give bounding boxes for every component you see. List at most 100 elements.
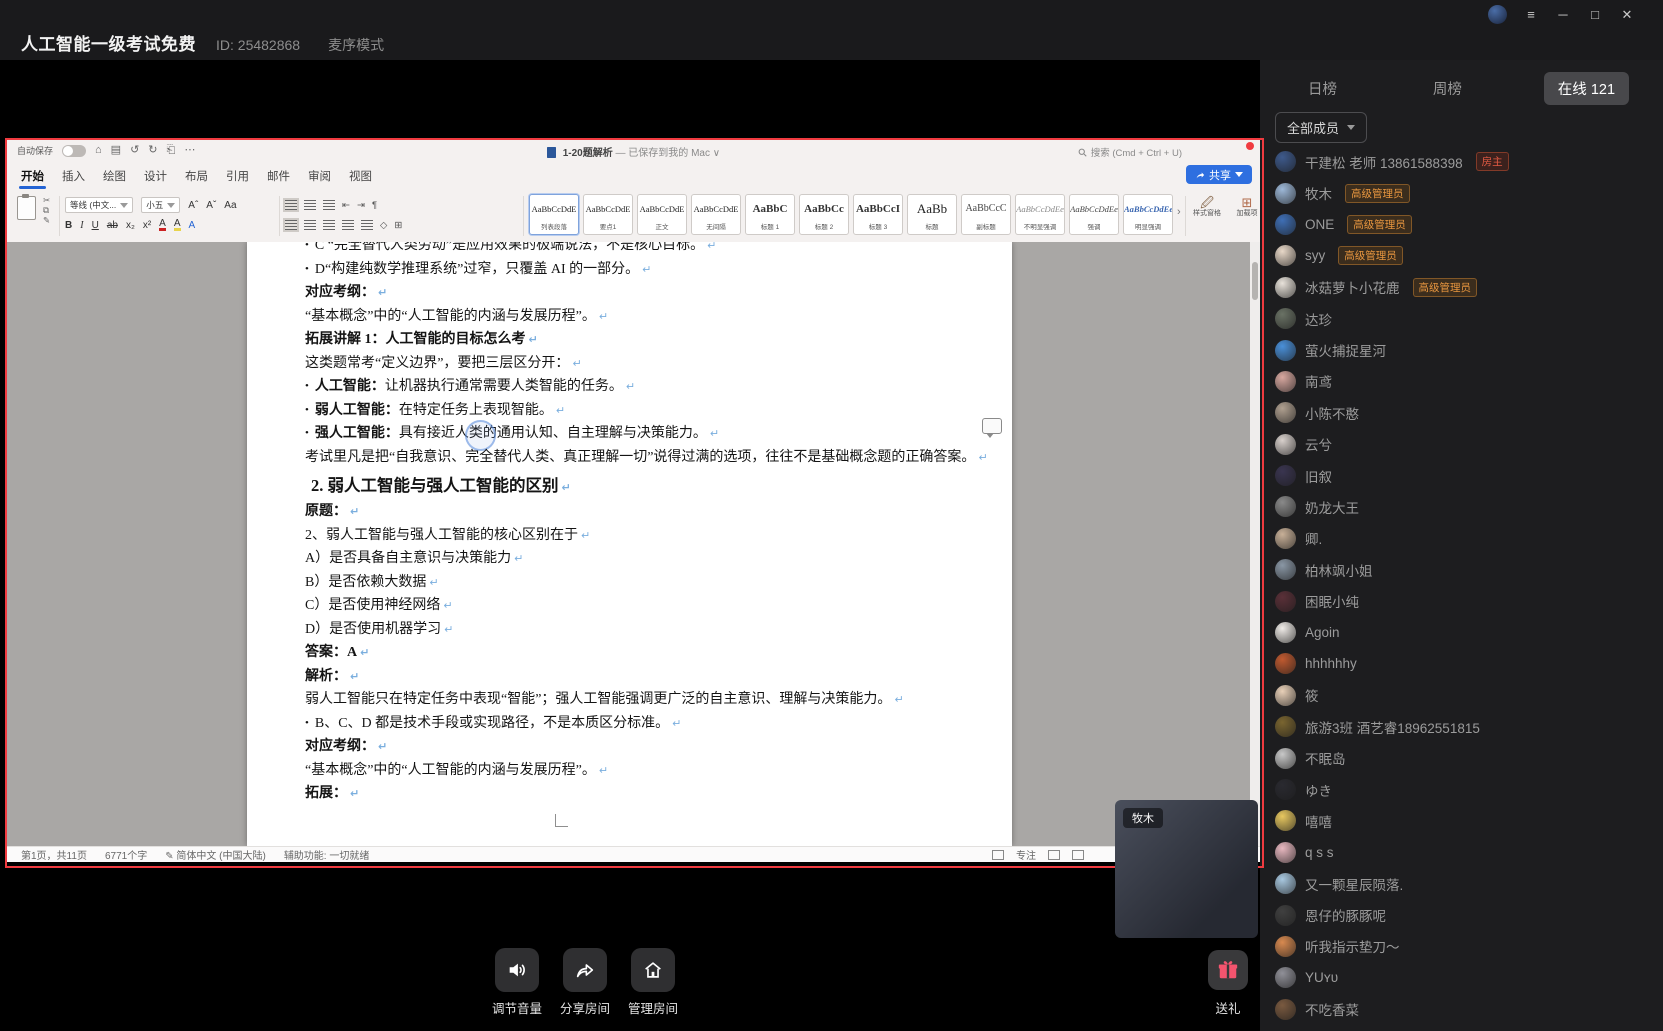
underline-icon[interactable]: U xyxy=(92,220,99,231)
manage-room-button[interactable] xyxy=(631,948,675,992)
member-row[interactable]: 旧叙 xyxy=(1260,460,1663,491)
ribbon-tab-7[interactable]: 审阅 xyxy=(306,164,333,188)
font-size-select[interactable]: 小五 xyxy=(141,197,180,213)
superscript-icon[interactable]: x² xyxy=(143,220,151,231)
member-row[interactable]: YUʏᴜ xyxy=(1260,962,1663,993)
multilevel-list-icon[interactable] xyxy=(323,200,335,210)
share-room-button[interactable] xyxy=(563,948,607,992)
align-right-icon[interactable] xyxy=(323,220,335,230)
font-name-select[interactable]: 等线 (中文... xyxy=(65,197,133,213)
shading-icon[interactable]: ◇ xyxy=(380,220,387,231)
italic-icon[interactable]: I xyxy=(80,220,83,231)
style-chip[interactable]: AaBbCcI标题 3 xyxy=(853,194,903,235)
shrink-font-icon[interactable]: Aˇ xyxy=(206,200,216,211)
style-chip[interactable]: AaBbCcDdE要点1 xyxy=(583,194,633,235)
member-row[interactable]: syy高级管理员 xyxy=(1260,240,1663,271)
text-effects-icon[interactable]: A xyxy=(189,220,196,231)
sidebar-tab-0[interactable]: 日榜 xyxy=(1294,72,1351,105)
document-scrollbar[interactable] xyxy=(1250,242,1260,846)
scrollbar-thumb[interactable] xyxy=(1252,262,1258,300)
word-search[interactable]: 搜索 (Cmd + Ctrl + U) xyxy=(1078,145,1182,159)
ribbon-tab-8[interactable]: 视图 xyxy=(347,164,374,188)
member-row[interactable]: 南鸢 xyxy=(1260,366,1663,397)
indent-icon[interactable]: ⇥ xyxy=(357,200,365,211)
member-row[interactable]: Agoin xyxy=(1260,617,1663,648)
member-row[interactable]: 又一颗星辰陨落. xyxy=(1260,868,1663,899)
subscript-icon[interactable]: x₂ xyxy=(126,220,135,231)
member-row[interactable]: 不吃香菜 xyxy=(1260,994,1663,1025)
member-row[interactable]: 小陈不憨 xyxy=(1260,397,1663,428)
minimize-icon[interactable]: ─ xyxy=(1555,7,1571,22)
style-chip[interactable]: AaBbCc标题 2 xyxy=(799,194,849,235)
line-spacing-icon[interactable] xyxy=(361,220,373,230)
style-chip[interactable]: AaBbCcDdEe强调 xyxy=(1069,194,1119,235)
member-row[interactable]: 冰菇萝卜小花鹿高级管理员 xyxy=(1260,272,1663,303)
style-pane-button[interactable]: 🖉 样式窗格 xyxy=(1192,195,1222,218)
sidebar-tab-1[interactable]: 周榜 xyxy=(1419,72,1476,105)
align-left-icon[interactable] xyxy=(285,220,297,230)
word-share-button[interactable]: 共享 xyxy=(1186,165,1252,184)
cut-icon[interactable]: ✂ xyxy=(43,196,50,204)
member-row[interactable]: 旅游3班 酒艺睿18962551815 xyxy=(1260,711,1663,742)
web-layout-icon[interactable] xyxy=(1072,850,1084,860)
style-chip[interactable]: AaBbCcDdE无间隔 xyxy=(691,194,741,235)
align-center-icon[interactable] xyxy=(304,220,316,230)
ribbon-tab-0[interactable]: 开始 xyxy=(19,164,46,188)
style-chip[interactable]: AaBbCcDdE正文 xyxy=(637,194,687,235)
borders-icon[interactable]: ⊞ xyxy=(394,220,402,231)
member-row[interactable]: 听我指示垫刀～ xyxy=(1260,931,1663,962)
sidebar-tab-2[interactable]: 在线 121 xyxy=(1544,72,1629,105)
member-row[interactable]: 干建松 老师 13861588398房主 xyxy=(1260,146,1663,177)
doc-saved-status[interactable]: — 已保存到我的 Mac ∨ xyxy=(616,148,721,159)
document-page[interactable]: •C “完全替代人类劳动”是应用效果的极端说法，不是核心目标。↵•D“构建纯数学… xyxy=(247,242,1012,846)
member-row[interactable]: 不眠岛 xyxy=(1260,742,1663,773)
outdent-icon[interactable]: ⇤ xyxy=(342,200,350,211)
highlight-icon[interactable]: A xyxy=(174,219,181,231)
copy-icon[interactable]: ⧉ xyxy=(43,206,50,214)
style-chip[interactable]: AaBbCcDdEe明显强调 xyxy=(1123,194,1173,235)
ribbon-tab-4[interactable]: 布局 xyxy=(183,164,210,188)
style-chip[interactable]: AaBbCcDdEe不明显强调 xyxy=(1015,194,1065,235)
strikethrough-icon[interactable]: ab xyxy=(107,220,118,231)
member-row[interactable]: 卿. xyxy=(1260,523,1663,554)
align-justify-icon[interactable] xyxy=(342,220,354,230)
member-row[interactable]: 云兮 xyxy=(1260,429,1663,460)
maximize-icon[interactable]: □ xyxy=(1587,7,1603,22)
style-chip[interactable]: AaBbCcDdE列表段落 xyxy=(529,194,579,235)
style-chip[interactable]: AaBbC标题 1 xyxy=(745,194,795,235)
member-row[interactable]: 萤火捕捉星河 xyxy=(1260,334,1663,365)
member-row[interactable]: ONE高级管理员 xyxy=(1260,209,1663,240)
styles-more-icon[interactable]: › xyxy=(1177,194,1181,218)
change-case-icon[interactable]: Aa xyxy=(224,200,236,211)
bold-icon[interactable]: B xyxy=(65,220,72,231)
member-filter-dropdown[interactable]: 全部成员 xyxy=(1275,112,1367,143)
gift-button[interactable] xyxy=(1208,950,1248,990)
ribbon-tab-6[interactable]: 邮件 xyxy=(265,164,292,188)
bullet-list-icon[interactable] xyxy=(285,200,297,210)
grow-font-icon[interactable]: Aˆ xyxy=(188,200,198,211)
member-row[interactable]: hhhhhhy xyxy=(1260,648,1663,679)
style-chip[interactable]: AaBb标题 xyxy=(907,194,957,235)
addins-button[interactable]: ⊞ 加载项 xyxy=(1232,195,1262,218)
account-avatar[interactable] xyxy=(1488,5,1507,24)
ribbon-tab-2[interactable]: 绘图 xyxy=(101,164,128,188)
member-row[interactable]: 奶龙大王 xyxy=(1260,491,1663,522)
pilcrow-icon[interactable]: ¶ xyxy=(372,200,377,211)
member-row[interactable]: q s s xyxy=(1260,837,1663,868)
member-row[interactable]: 恩仔的豚豚呢 xyxy=(1260,899,1663,930)
video-thumbnail[interactable]: 牧木 xyxy=(1115,800,1258,938)
focus-mode-icon[interactable] xyxy=(992,850,1004,860)
member-row[interactable]: 困眠小纯 xyxy=(1260,585,1663,616)
member-row[interactable]: 筱 xyxy=(1260,680,1663,711)
member-row[interactable]: 嘻嘻 xyxy=(1260,805,1663,836)
comment-bubble-icon[interactable] xyxy=(982,418,1002,434)
close-icon[interactable]: ✕ xyxy=(1619,7,1635,23)
member-row[interactable]: 达珍 xyxy=(1260,303,1663,334)
ribbon-tab-5[interactable]: 引用 xyxy=(224,164,251,188)
menu-icon[interactable]: ≡ xyxy=(1523,7,1539,22)
numbered-list-icon[interactable] xyxy=(304,200,316,210)
ribbon-tab-3[interactable]: 设计 xyxy=(142,164,169,188)
member-row[interactable]: ゆき xyxy=(1260,774,1663,805)
member-row[interactable]: 牧木高级管理员 xyxy=(1260,177,1663,208)
member-row[interactable]: 柏林飒小姐 xyxy=(1260,554,1663,585)
